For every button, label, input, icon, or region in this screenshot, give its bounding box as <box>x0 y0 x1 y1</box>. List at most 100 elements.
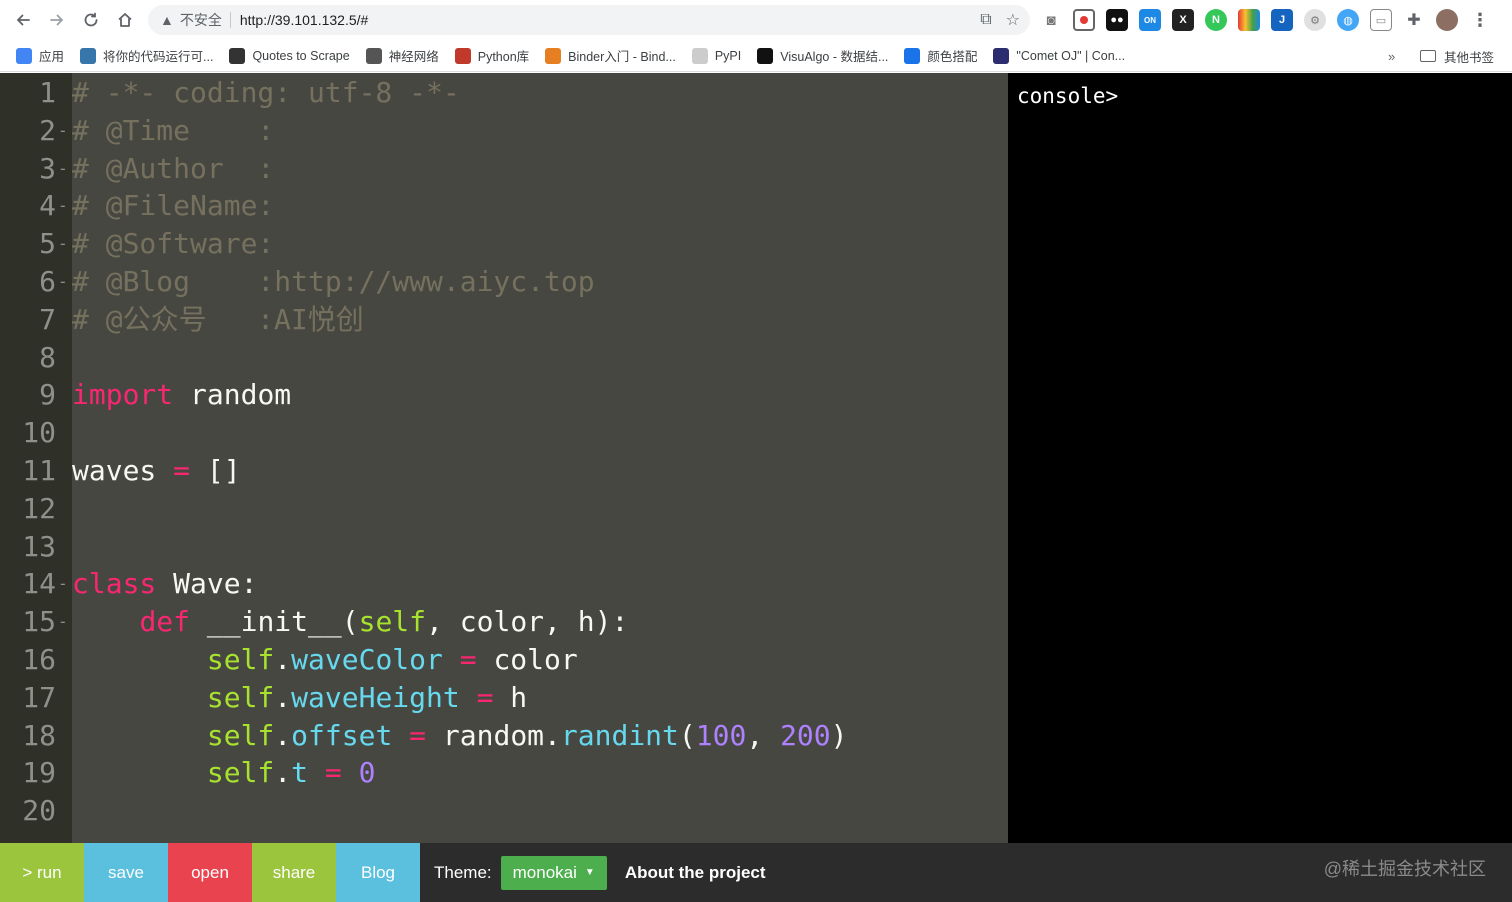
code-line: 10 <box>0 414 1008 452</box>
action-buttons: > run save open share Blog <box>0 843 420 902</box>
bookmark-item[interactable]: 应用 <box>16 46 64 65</box>
code-token: randint <box>560 718 679 752</box>
code-token: import <box>72 378 174 412</box>
code-line: 8 <box>0 339 1008 377</box>
code-line: 11 waves = [] <box>0 452 1008 490</box>
code-text: # -*- coding: utf-8 -*- <box>72 74 460 112</box>
avatar[interactable] <box>1436 9 1458 31</box>
forward-button[interactable] <box>40 3 74 37</box>
bookmark-item[interactable]: Python库 <box>454 46 529 65</box>
menu-dots-icon[interactable]: ⋮ <box>1469 9 1491 31</box>
bookmark-label: VisuAlgo - 数据结... <box>780 50 889 64</box>
console-prompt: console> <box>1017 84 1119 108</box>
code-token: waveHeight <box>291 680 460 714</box>
code-line: 13 <box>0 528 1008 566</box>
home-button[interactable] <box>108 3 142 37</box>
code-line: 2- # @Time : <box>0 112 1008 150</box>
bookmark-item[interactable]: "Comet OJ" | Con... <box>993 47 1126 64</box>
code-text: # @Time : <box>72 112 274 150</box>
screen-extension-icon[interactable]: ▭ <box>1370 9 1392 31</box>
bookmark-item[interactable]: VisuAlgo - 数据结... <box>757 46 888 65</box>
bookmark-label: "Comet OJ" | Con... <box>1016 48 1126 63</box>
fold-marker[interactable]: - <box>58 565 68 603</box>
code-token: # @Author : <box>72 151 275 185</box>
arrow-right-icon <box>50 14 64 26</box>
open-button[interactable]: open <box>168 843 252 902</box>
fold-marker[interactable]: - <box>58 187 68 225</box>
code-token: self <box>206 756 275 790</box>
bookmark-item[interactable]: Quotes to Scrape <box>229 47 350 64</box>
bookmark-item[interactable]: Binder入门 - Bind... <box>545 46 676 65</box>
toggle-on-extension-icon[interactable]: ON <box>1139 9 1161 31</box>
other-bookmarks[interactable]: 其他书签 <box>1420 40 1494 72</box>
bookmark-item[interactable]: PyPI <box>691 47 741 64</box>
address-bar[interactable]: ▲ 不安全 http://39.101.132.5/# ⧉ ☆ <box>148 5 1030 35</box>
fold-marker[interactable]: - <box>58 603 68 641</box>
bookmark-label: 神经网络 <box>388 50 439 64</box>
share-button[interactable]: share <box>252 843 336 902</box>
j-extension-icon[interactable]: J <box>1271 9 1293 31</box>
x-extension-icon[interactable]: X <box>1172 9 1194 31</box>
code-editor[interactable]: 1 # -*- coding: utf-8 -*- 2- # @Time :3- # @… <box>0 73 1008 843</box>
fold-marker[interactable]: - <box>58 112 68 150</box>
save-button[interactable]: save <box>84 843 168 902</box>
line-number: 11 <box>22 454 56 487</box>
code-token: class <box>72 567 157 601</box>
monitor-extension-icon[interactable] <box>1073 9 1095 31</box>
line-number: 4 <box>39 189 56 223</box>
camera-extension-icon[interactable]: ◙ <box>1040 9 1062 31</box>
line-number: 18 <box>22 718 56 752</box>
code-token: . <box>274 718 292 752</box>
fold-marker[interactable]: - <box>58 263 68 301</box>
theme-select[interactable]: monokai ▼ <box>500 855 607 890</box>
code-token: . <box>274 680 292 714</box>
puzzle-icon[interactable]: ✚ <box>1403 9 1425 31</box>
url-text[interactable]: http://39.101.132.5/# <box>240 12 368 28</box>
extensions-bar: ◙ ●● ON X N J ⚙ ◍ ▭ ✚ ⋮ <box>1040 8 1491 32</box>
line-number: 5 <box>39 227 56 261</box>
theme-label: Theme: <box>434 862 492 882</box>
bookmarks-overflow-button[interactable]: » <box>1388 40 1395 72</box>
code-text: class Wave: <box>72 565 257 603</box>
back-button[interactable] <box>6 3 40 37</box>
code-token: self <box>206 643 275 676</box>
line-number: 8 <box>39 340 56 374</box>
code-line: 6- # @Blog :http://www.aiyc.top <box>0 263 1008 301</box>
bookmark-item[interactable]: 颜色搭配 <box>904 46 977 65</box>
reload-button[interactable] <box>74 3 108 37</box>
gear-extension-icon[interactable]: ⚙ <box>1304 9 1326 31</box>
line-number: 6 <box>39 265 56 298</box>
code-line: 20 <box>0 792 1008 830</box>
code-token: = <box>173 454 191 487</box>
code-text: # @Software: <box>72 225 274 263</box>
code-line: 16 self.waveColor = color <box>0 641 1008 679</box>
line-number: 15 <box>22 605 56 639</box>
warning-icon: ▲ <box>160 12 174 28</box>
translate-icon[interactable]: ⧉ <box>980 11 991 29</box>
run-button[interactable]: > run <box>0 843 84 902</box>
code-token: ) <box>830 718 848 752</box>
bookmarks-bar: 应用 将你的代码运行可... Quotes to Scrape 神经网络 Python库… <box>0 40 1512 72</box>
star-icon[interactable]: ☆ <box>1006 10 1020 30</box>
bookmark-item[interactable]: 将你的代码运行可... <box>80 46 213 65</box>
code-token: = <box>409 718 427 752</box>
about-link[interactable]: About the project <box>625 863 766 883</box>
blog-button[interactable]: Blog <box>336 843 420 902</box>
bookmark-favicon-icon <box>993 47 1010 64</box>
code-text: # @公众号 :AI悦创 <box>72 301 364 339</box>
code-line: 7 # @公众号 :AI悦创 <box>0 301 1008 339</box>
fold-marker[interactable]: - <box>58 225 68 263</box>
code-text: self.waveHeight = h <box>72 679 527 717</box>
code-token: def <box>139 605 191 639</box>
arrow-left-icon <box>16 14 30 26</box>
fold-marker[interactable]: - <box>58 150 68 188</box>
binoculars-extension-icon[interactable]: ●● <box>1106 9 1128 31</box>
palette-extension-icon[interactable] <box>1238 9 1260 31</box>
code-token: random <box>173 378 292 412</box>
globe-extension-icon[interactable]: ◍ <box>1337 9 1359 31</box>
bookmark-item[interactable]: 神经网络 <box>365 46 439 65</box>
n-extension-icon[interactable]: N <box>1205 9 1227 31</box>
console-panel[interactable]: console> <box>1008 73 1512 843</box>
